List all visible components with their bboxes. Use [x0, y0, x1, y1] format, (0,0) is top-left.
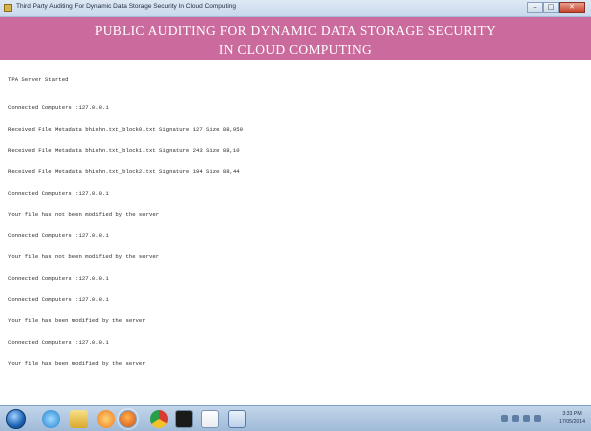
system-tray: [501, 415, 541, 422]
header-banner: PUBLIC AUDITING FOR DYNAMIC DATA STORAGE…: [0, 17, 591, 60]
notepad-icon[interactable]: [228, 410, 246, 428]
taskbar-clock[interactable]: 3:33 PM 17/05/2014: [559, 410, 585, 426]
log-line: Your file has not been modified by the s…: [8, 253, 160, 261]
banner-title-line1: PUBLIC AUDITING FOR DYNAMIC DATA STORAGE…: [94, 23, 497, 38]
minimize-button[interactable]: –: [527, 2, 543, 13]
log-line: Connected Computers :127.0.0.1: [8, 232, 109, 240]
command-prompt-icon[interactable]: [175, 410, 193, 428]
server-status-text: TPA Server Started: [8, 76, 69, 84]
start-orb[interactable]: [6, 409, 26, 429]
log-line: Your file has not been modified by the s…: [8, 210, 160, 218]
tray-arrow-icon[interactable]: [501, 415, 508, 422]
java-icon[interactable]: [201, 410, 219, 428]
clock-date: 17/05/2014: [559, 419, 585, 425]
flag-icon[interactable]: [523, 415, 530, 422]
app-icon: [4, 4, 12, 12]
log-line: Connected Computers :127.0.0.1: [8, 104, 109, 112]
log-line: Your file has been modified by the serve…: [8, 317, 146, 325]
window-title: Third Party Auditing For Dynamic Data St…: [16, 3, 237, 10]
log-line: Received File Metadata bhishn.txt_block0…: [8, 125, 243, 133]
clock-time: 3:33 PM: [562, 411, 582, 417]
folder-icon[interactable]: [70, 410, 88, 428]
chrome-icon[interactable]: [150, 410, 168, 428]
window-controls: – □ ✕: [527, 2, 585, 13]
window-title-bar[interactable]: Third Party Auditing For Dynamic Data St…: [0, 0, 591, 17]
maximize-button[interactable]: □: [543, 2, 559, 13]
volume-icon[interactable]: [534, 415, 541, 422]
network-icon[interactable]: [512, 415, 519, 422]
log-line: Your file has been modified by the serve…: [8, 359, 146, 367]
log-line: Received File Metadata bhishn.txt_block2…: [8, 168, 240, 176]
firefox-icon[interactable]: [117, 408, 139, 430]
taskbar: 3:33 PM 17/05/2014: [0, 405, 591, 431]
log-line: Connected Computers :127.0.0.1: [8, 274, 109, 282]
console-output: TPA Server Started Connected Computers :…: [8, 62, 583, 402]
log-line: Received File Metadata bhishn.txt_block1…: [8, 147, 240, 155]
media-player-icon[interactable]: [97, 410, 115, 428]
banner-title-line2: IN CLOUD COMPUTING: [218, 42, 373, 57]
close-button[interactable]: ✕: [559, 2, 585, 13]
log-line: Connected Computers :127.0.0.1: [8, 189, 109, 197]
log-line: Connected Computers :127.0.0.1: [8, 296, 109, 303]
log-line: Connected Computers :127.0.0.1: [8, 338, 109, 346]
internet-explorer-icon[interactable]: [42, 410, 60, 428]
